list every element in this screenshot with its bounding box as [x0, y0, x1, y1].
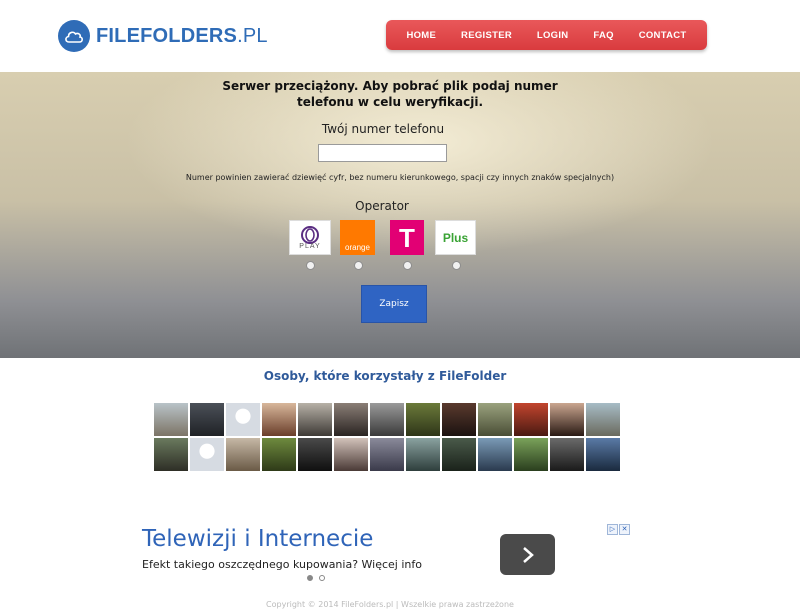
ad-close-icon: ✕: [619, 524, 630, 535]
avatar: [226, 438, 261, 472]
main-nav: HOME REGISTER LOGIN FAQ CONTACT: [386, 20, 707, 50]
user-avatar-grid: [154, 403, 622, 473]
chevron-right-icon: [522, 546, 534, 563]
avatar: [406, 438, 441, 472]
avatar: [190, 403, 225, 437]
avatar: [514, 438, 549, 472]
avatar: [550, 403, 585, 437]
avatar: [334, 403, 369, 437]
save-button[interactable]: Zapisz: [361, 285, 427, 323]
radio-tmobile[interactable]: [403, 261, 412, 270]
avatar: [442, 403, 477, 437]
avatar: [262, 403, 297, 437]
tmobile-logo-text: T: [399, 222, 415, 253]
nav-faq[interactable]: FAQ: [593, 30, 613, 41]
phone-input[interactable]: [318, 144, 447, 162]
avatar: [334, 438, 369, 472]
radio-orange[interactable]: [354, 261, 363, 270]
avatar: [478, 438, 513, 472]
operator-plus-logo[interactable]: Plus: [435, 220, 476, 255]
operator-label: Operator: [355, 199, 409, 213]
avatar: [154, 403, 189, 437]
avatar: [226, 403, 261, 437]
ad-subtitle[interactable]: Efekt takiego oszczędnego kupowania? Wię…: [142, 558, 422, 571]
avatar: [262, 438, 297, 472]
ad-title[interactable]: Telewizji i Internecie: [142, 526, 373, 552]
avatar: [586, 403, 621, 437]
nav-login[interactable]: LOGIN: [537, 30, 569, 41]
header: FILEFOLDERS.PL HOME REGISTER LOGIN FAQ C…: [0, 0, 800, 72]
logo[interactable]: FILEFOLDERS.PL: [58, 20, 268, 52]
avatar: [406, 403, 441, 437]
avatar: [154, 438, 189, 472]
operator-tmobile-logo[interactable]: T: [390, 220, 424, 255]
ad-pagination: [307, 575, 325, 581]
avatar: [586, 438, 621, 472]
cloud-icon: [58, 20, 90, 52]
logo-suffix: .PL: [237, 24, 268, 47]
overload-message: Serwer przeciążony. Aby pobrać plik poda…: [222, 79, 558, 109]
phone-hint: Numer powinien zawierać dziewięć cyfr, b…: [185, 173, 615, 182]
operator-play-logo[interactable]: PLAY: [289, 220, 331, 255]
ad-next-button[interactable]: [500, 534, 555, 575]
play-logo-text: PLAY: [299, 243, 321, 250]
play-logo-icon: [301, 226, 319, 244]
avatar: [298, 438, 333, 472]
nav-home[interactable]: HOME: [406, 30, 436, 41]
avatar: [298, 403, 333, 437]
ad-info-icon: ▷: [607, 524, 618, 535]
avatar: [442, 438, 477, 472]
hero-section: Serwer przeciążony. Aby pobrać plik poda…: [0, 72, 800, 358]
logo-bold: FILEFOLDERS: [96, 24, 238, 47]
nav-register[interactable]: REGISTER: [461, 30, 512, 41]
ad-dot-1[interactable]: [307, 575, 313, 581]
nav-contact[interactable]: CONTACT: [639, 30, 687, 41]
orange-logo-text: orange: [345, 243, 370, 252]
plus-logo-text: Plus: [442, 230, 469, 245]
ad-dot-2[interactable]: [319, 575, 325, 581]
users-title: Osoby, które korzystały z FileFolder: [263, 369, 507, 383]
avatar: [478, 403, 513, 437]
radio-play[interactable]: [306, 261, 315, 270]
avatar: [190, 438, 225, 472]
operator-orange-logo[interactable]: orange: [340, 220, 375, 255]
avatar: [550, 438, 585, 472]
avatar: [370, 403, 405, 437]
radio-plus[interactable]: [452, 261, 461, 270]
avatar: [370, 438, 405, 472]
logo-text: FILEFOLDERS.PL: [96, 25, 268, 48]
avatar: [514, 403, 549, 437]
phone-label: Twój numer telefonu: [321, 122, 445, 136]
ad-choices[interactable]: ▷ ✕: [607, 524, 630, 535]
